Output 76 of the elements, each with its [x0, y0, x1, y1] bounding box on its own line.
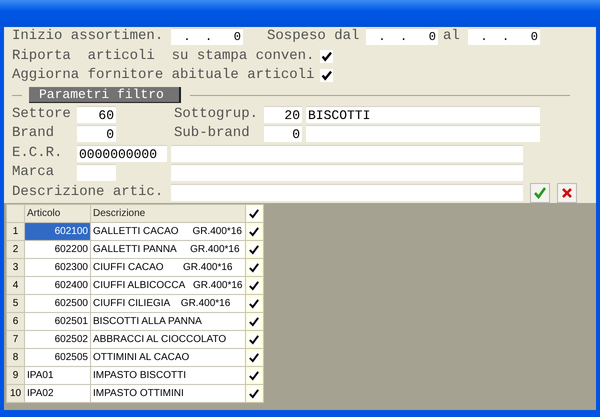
checkbox[interactable]	[248, 388, 260, 400]
table-cell: CIUFFI CACAO GR.400*16	[90, 258, 245, 276]
table-cell: OTTIMINI AL CACAO	[90, 348, 245, 366]
confirm-button[interactable]	[530, 183, 550, 204]
field-label: Sottogrup.	[174, 106, 260, 123]
table-cell: CIUFFI ALBICOCCA GR.400*16	[90, 276, 245, 294]
input-field[interactable]: 20	[264, 106, 302, 123]
section-header: Parametri filtro	[29, 87, 181, 103]
field-label: Sub-brand	[174, 125, 251, 142]
row-number: 6	[6, 312, 24, 330]
checkbox[interactable]	[248, 334, 260, 346]
cancel-button[interactable]	[557, 183, 577, 204]
input-field[interactable]	[171, 184, 523, 201]
field-label: Brand	[12, 125, 56, 142]
input-field[interactable]: 60	[77, 106, 116, 123]
table-cell[interactable]: 602300	[24, 258, 90, 276]
table-cell[interactable]: 602502	[24, 330, 90, 348]
table-cell[interactable]: 602500	[24, 294, 90, 312]
checkbox[interactable]	[248, 352, 260, 364]
checkbox-label: Aggiorna fornitore abituale articoli	[12, 67, 314, 84]
table-cell: BISCOTTI ALLA PANNA	[90, 312, 245, 330]
table-cell: ABBRACCI AL CIOCCOLATO	[90, 330, 245, 348]
table-cell[interactable]: 602400	[24, 276, 90, 294]
checkbox[interactable]	[320, 69, 334, 82]
checkbox[interactable]	[248, 370, 260, 382]
date-field[interactable]: . . 0	[171, 28, 243, 46]
table-cell: GALLETTI PANNA GR.400*16	[90, 240, 245, 258]
date-field[interactable]: . . 0	[366, 28, 438, 46]
row-number: 5	[6, 294, 24, 312]
field-label: Descrizione artic.	[12, 184, 164, 201]
input-field[interactable]	[171, 164, 523, 182]
input-field[interactable]	[171, 144, 523, 162]
table-cell: GALLETTI CACAO GR.400*16	[90, 222, 245, 240]
row-number: 7	[6, 330, 24, 348]
row-number: 9	[6, 366, 24, 384]
table-cell[interactable]: 602505	[24, 348, 90, 366]
table-cell[interactable]: 602100	[24, 222, 90, 240]
table-cell: CIUFFI CILIEGIA GR.400*16	[90, 294, 245, 312]
field-label: al	[443, 28, 461, 46]
checkbox[interactable]	[248, 226, 260, 238]
field-label: Sospeso dal	[267, 28, 360, 46]
close-icon	[560, 186, 574, 200]
input-field[interactable]: 0	[77, 125, 116, 142]
row-number: 3	[6, 258, 24, 276]
date-field[interactable]: . . 0	[468, 28, 540, 46]
table-cell: IMPASTO OTTIMINI	[90, 384, 245, 402]
table-cell[interactable]: 602501	[24, 312, 90, 330]
checkbox-label: Riporta articoli su stampa conven.	[12, 48, 314, 65]
row-number: 4	[6, 276, 24, 294]
field-label: Settore	[12, 106, 72, 123]
table-cell: IMPASTO BISCOTTI	[90, 366, 245, 384]
row-number: 10	[6, 384, 24, 402]
input-field[interactable]	[306, 125, 540, 142]
field-label: Marca	[12, 164, 56, 182]
input-field[interactable]: 0	[264, 125, 302, 142]
checkbox[interactable]	[248, 280, 260, 292]
row-number: 1	[6, 222, 24, 240]
table-cell[interactable]: 602200	[24, 240, 90, 258]
checkbox[interactable]	[248, 316, 260, 328]
field-label: Inizio assortimen.	[12, 28, 164, 46]
checkbox[interactable]	[248, 244, 260, 256]
input-field[interactable]: BISCOTTI	[306, 106, 540, 123]
row-number: 8	[6, 348, 24, 366]
checkbox[interactable]	[320, 50, 334, 63]
check-icon	[533, 186, 547, 200]
input-field[interactable]: 0000000000	[77, 144, 167, 162]
table-cell[interactable]: IPA02	[24, 384, 90, 402]
column-header[interactable]: Articolo	[24, 204, 90, 222]
row-number: 2	[6, 240, 24, 258]
field-label: E.C.R.	[12, 144, 64, 162]
column-header[interactable]: Descrizione	[90, 204, 245, 222]
table-cell[interactable]: IPA01	[24, 366, 90, 384]
checkbox[interactable]	[248, 208, 260, 220]
input-field[interactable]	[77, 164, 116, 182]
checkbox[interactable]	[248, 298, 260, 310]
checkbox[interactable]	[248, 262, 260, 274]
